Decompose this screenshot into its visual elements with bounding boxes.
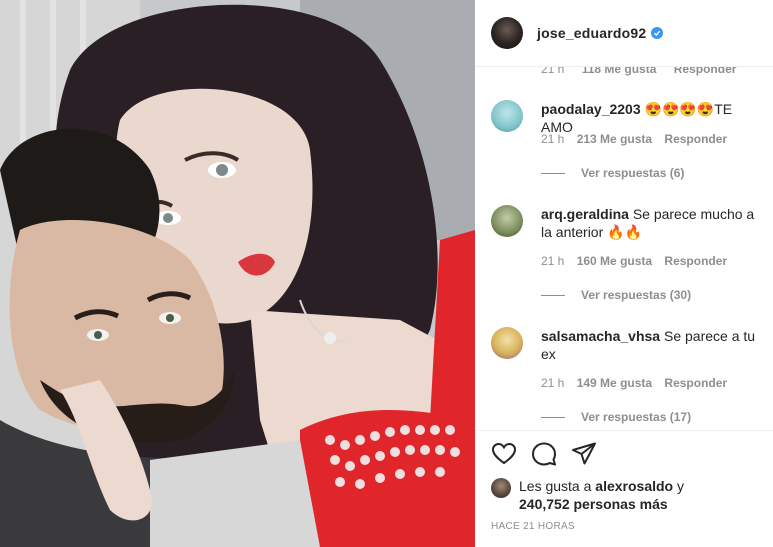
liker-username[interactable]: alexrosaldo [595, 478, 673, 494]
author-avatar[interactable] [491, 17, 523, 49]
comment-avatar[interactable] [491, 327, 523, 359]
comment-icon[interactable] [531, 441, 557, 467]
liker-avatar[interactable] [491, 478, 511, 498]
replies-divider [541, 172, 565, 174]
partial-comment-reply[interactable]: Responder [674, 67, 737, 76]
comment-time: 21 h [541, 254, 565, 268]
post-photo[interactable] [0, 0, 475, 547]
heart-icon[interactable] [491, 441, 517, 467]
comment-reply-button[interactable]: Responder [664, 254, 727, 268]
view-replies-button[interactable]: Ver respuestas (17) [541, 410, 691, 424]
view-replies-button[interactable]: Ver respuestas (30) [541, 288, 691, 302]
post-actions-section: Les gusta a alexrosaldo y 240,752 person… [475, 430, 773, 547]
action-bar [491, 441, 597, 467]
likes-count[interactable]: 240,752 personas más [519, 496, 668, 512]
comment-meta: 21 h 149 Me gusta Responder [541, 376, 736, 390]
view-replies-label: Ver respuestas (17) [581, 410, 692, 424]
post-side-panel: jose_eduardo92 21 h 118 Me gusta Respond… [475, 0, 773, 547]
comments-list[interactable]: 21 h 118 Me gusta Responder paodalay_220… [475, 67, 773, 430]
replies-divider [541, 416, 565, 418]
view-replies-label: Ver respuestas (30) [581, 288, 692, 302]
author-username[interactable]: jose_eduardo92 [537, 25, 646, 41]
comment-likes[interactable]: 149 Me gusta [577, 376, 652, 390]
comment-meta: 21 h 160 Me gusta Responder [541, 254, 736, 268]
comment-reply-button[interactable]: Responder [664, 376, 727, 390]
view-replies-label: Ver respuestas (6) [581, 166, 685, 180]
comment-meta: 21 h 213 Me gusta Responder [541, 132, 736, 146]
comment-username[interactable]: paodalay_2203 [541, 101, 641, 117]
view-replies-button[interactable]: Ver respuestas (6) [541, 166, 684, 180]
comment-body: arq.geraldina Se parece mucho a la anter… [541, 205, 761, 241]
comment-username[interactable]: arq.geraldina [541, 206, 629, 222]
partial-comment-likes[interactable]: 118 Me gusta [582, 67, 657, 76]
post-timestamp[interactable]: HACE 21 HORAS [491, 521, 575, 532]
comment-likes[interactable]: 213 Me gusta [577, 132, 652, 146]
post-header: jose_eduardo92 [475, 0, 773, 67]
share-icon[interactable] [571, 441, 597, 467]
comment-avatar[interactable] [491, 100, 523, 132]
replies-divider [541, 294, 565, 296]
comment-avatar[interactable] [491, 205, 523, 237]
comment-time: 21 h [541, 376, 565, 390]
comment-body: salsamacha_vhsa Se parece a tu ex [541, 327, 761, 363]
comment-likes[interactable]: 160 Me gusta [577, 254, 652, 268]
partial-comment-meta: 21 h 118 Me gusta Responder [541, 67, 750, 76]
likes-text: Les gusta a alexrosaldo y 240,752 person… [491, 477, 761, 513]
partial-comment-time: 21 h [541, 67, 565, 76]
comment-reply-button[interactable]: Responder [664, 132, 727, 146]
couple-photo-illustration [0, 0, 475, 547]
likes-summary: Les gusta a alexrosaldo y 240,752 person… [491, 477, 761, 513]
likes-prefix: Les gusta a [519, 478, 592, 494]
comment-time: 21 h [541, 132, 565, 146]
verified-badge-icon [651, 27, 664, 39]
comment-username[interactable]: salsamacha_vhsa [541, 328, 660, 344]
comment-body: paodalay_2203 😍😍😍😍TE AMO [541, 100, 761, 136]
likes-suffix: y [677, 478, 684, 494]
